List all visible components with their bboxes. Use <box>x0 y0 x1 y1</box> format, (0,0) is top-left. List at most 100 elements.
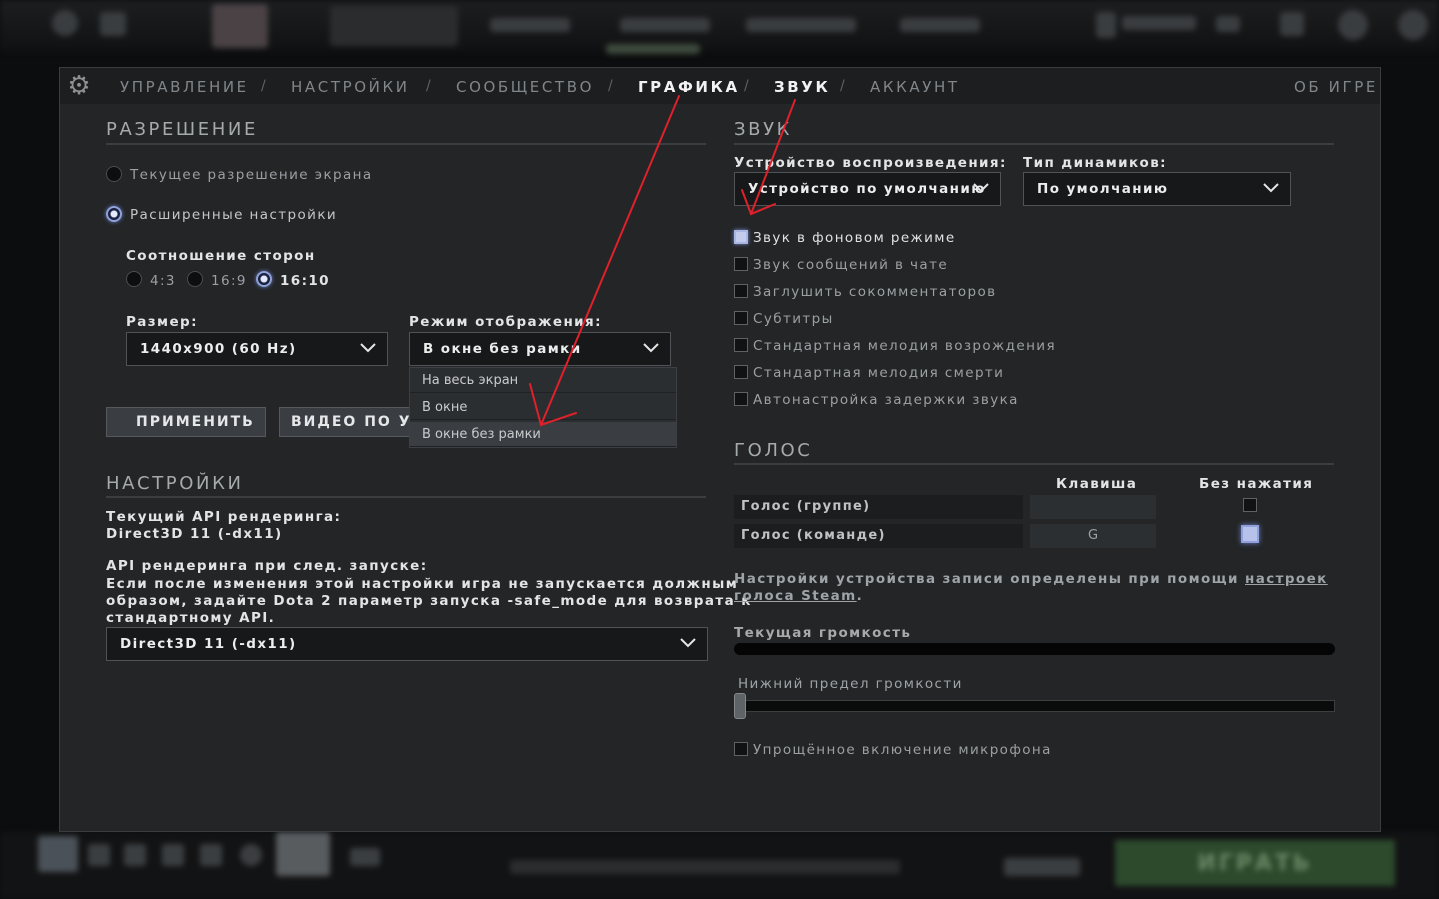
open-mic-column-header: Без нажатия <box>1199 476 1314 492</box>
simple-mic-label: Упрощённое включение микрофона <box>753 742 1052 758</box>
chat-sound-label: Звук сообщений в чате <box>753 257 949 273</box>
checkbox-voice-team-open[interactable] <box>1241 525 1259 543</box>
dropdown-option-borderless[interactable]: В окне без рамки <box>410 422 676 447</box>
radio-aspect-16-10[interactable] <box>256 271 272 287</box>
speaker-type-value: По умолчанию <box>1037 181 1169 197</box>
current-volume-meter <box>734 643 1335 655</box>
radio-aspect-4-3[interactable] <box>126 271 142 287</box>
playback-device-select[interactable]: Устройство по умолчанию <box>734 172 1001 206</box>
nav-separator: / <box>744 78 749 94</box>
nav-separator: / <box>608 78 613 94</box>
dropdown-option-fullscreen[interactable]: На весь экран <box>410 368 676 393</box>
video-default-button-label: ВИДЕО ПО УМОЛЧАНИЮ <box>291 414 418 430</box>
settings-nav: ⚙ УПРАВЛЕНИЕ / НАСТРОЙКИ / СООБЩЕСТВО / … <box>60 68 1380 104</box>
radio-aspect-16-9[interactable] <box>187 271 203 287</box>
key-column-header: Клавиша <box>1056 476 1138 492</box>
tab-graphics[interactable]: ГРАФИКА <box>638 78 740 96</box>
size-label: Размер: <box>126 314 198 330</box>
nav-separator: / <box>426 78 431 94</box>
voice-team-key[interactable]: G <box>1030 524 1156 548</box>
dropdown-option-windowed[interactable]: В окне <box>410 395 676 420</box>
settings-title: НАСТРОЙКИ <box>106 473 244 494</box>
playback-device-label: Устройство воспроизведения: <box>734 155 1007 171</box>
chevron-down-icon <box>643 343 659 353</box>
gear-icon[interactable]: ⚙ <box>66 73 92 99</box>
tab-about[interactable]: ОБ ИГРЕ <box>1294 78 1378 96</box>
speaker-type-label: Тип динамиков: <box>1023 155 1167 171</box>
voice-party-label: Голос (группе) <box>741 499 871 514</box>
radio-advanced-settings-label: Расширенные настройки <box>130 207 338 223</box>
display-mode-select[interactable]: В окне без рамки <box>409 332 671 366</box>
api-note-line: стандартному API. <box>106 610 276 626</box>
voice-settings-link[interactable]: настроек <box>1245 571 1328 587</box>
video-default-button[interactable]: ВИДЕО ПО УМОЛЧАНИЮ <box>279 407 419 437</box>
api-current-value: Direct3D 11 (-dx11) <box>106 526 283 542</box>
api-select[interactable]: Direct3D 11 (-dx11) <box>106 627 708 661</box>
api-note-line: Если после изменения этой настройки игра… <box>106 576 739 592</box>
divider <box>106 496 706 498</box>
background-sound-label: Звук в фоновом режиме <box>753 230 956 246</box>
api-current-label: Текущий API рендеринга: <box>106 509 342 525</box>
resolution-title: РАЗРЕШЕНИЕ <box>106 119 258 140</box>
sound-title: ЗВУК <box>734 119 793 140</box>
size-select[interactable]: 1440x900 (60 Hz) <box>126 332 388 366</box>
tab-sound[interactable]: ЗВУК <box>774 78 830 96</box>
voice-team-key-value: G <box>1087 528 1099 543</box>
display-mode-dropdown: На весь экран В окне В окне без рамки <box>409 367 677 448</box>
steam-voice-link[interactable]: голоса Steam <box>734 588 857 604</box>
chevron-down-icon <box>680 638 696 648</box>
checkbox-auto-latency[interactable] <box>734 392 748 406</box>
checkbox-death-melody[interactable] <box>734 365 748 379</box>
voice-party-row: Голос (группе) <box>734 495 1023 519</box>
apply-button[interactable]: ПРИМЕНИТЬ <box>106 407 266 437</box>
checkbox-chat-sound[interactable] <box>734 257 748 271</box>
death-melody-label: Стандартная мелодия смерти <box>753 365 1005 381</box>
voice-note-line: голоса Steam. <box>734 588 863 604</box>
radio-current-resolution[interactable] <box>106 166 122 182</box>
voice-note-text: Настройки устройства записи определены п… <box>734 571 1239 587</box>
mute-cocasters-label: Заглушить сокомментаторов <box>753 284 997 300</box>
api-select-value: Direct3D 11 (-dx11) <box>120 636 297 652</box>
chevron-down-icon <box>973 183 989 193</box>
dropdown-option-label: На весь экран <box>422 373 519 388</box>
voice-note-line: Настройки устройства записи определены п… <box>734 571 1328 587</box>
voice-note-end: . <box>856 588 864 604</box>
checkbox-background-sound[interactable] <box>734 230 748 244</box>
screen: ИГРАТЬ ⚙ УПРАВЛЕНИЕ / НАСТРОЙКИ / СООБЩЕ… <box>0 0 1439 899</box>
voice-party-key[interactable] <box>1030 495 1156 519</box>
dropdown-option-label: В окне без рамки <box>422 427 541 442</box>
radio-current-resolution-label: Текущее разрешение экрана <box>130 167 373 183</box>
api-next-label: API рендеринга при след. запуске: <box>106 558 428 574</box>
checkbox-subtitles[interactable] <box>734 311 748 325</box>
radio-advanced-settings[interactable] <box>106 206 122 222</box>
divider <box>734 463 1334 465</box>
play-button[interactable]: ИГРАТЬ <box>1115 840 1395 886</box>
tab-account[interactable]: АККАУНТ <box>870 78 960 96</box>
lower-limit-slider-handle[interactable] <box>734 693 746 719</box>
current-volume-label: Текущая громкость <box>734 625 912 641</box>
nav-separator: / <box>261 78 266 94</box>
checkbox-respawn-melody[interactable] <box>734 338 748 352</box>
aspect-ratio-label: Соотношение сторон <box>126 248 316 264</box>
api-note-line: образом, задайте Dota 2 параметр запуска… <box>106 593 752 609</box>
checkbox-mute-cocasters[interactable] <box>734 284 748 298</box>
respawn-melody-label: Стандартная мелодия возрождения <box>753 338 1056 354</box>
speaker-type-select[interactable]: По умолчанию <box>1023 172 1291 206</box>
tab-controls[interactable]: УПРАВЛЕНИЕ <box>120 78 249 96</box>
nav-separator: / <box>840 78 845 94</box>
lower-limit-label: Нижний предел громкости <box>738 676 963 692</box>
tab-settings[interactable]: НАСТРОЙКИ <box>291 78 410 96</box>
checkbox-voice-party-open[interactable] <box>1243 498 1257 512</box>
display-mode-label: Режим отображения: <box>409 314 602 330</box>
subtitles-label: Субтитры <box>753 311 834 327</box>
auto-latency-label: Автонастройка задержки звука <box>753 392 1019 408</box>
dropdown-option-label: В окне <box>422 400 468 415</box>
divider <box>106 143 706 145</box>
tab-community[interactable]: СООБЩЕСТВО <box>456 78 594 96</box>
aspect-16-10-label: 16:10 <box>280 273 330 289</box>
divider <box>734 143 1334 145</box>
playback-device-value: Устройство по умолчанию <box>748 181 986 197</box>
lower-limit-slider[interactable] <box>734 700 1335 712</box>
aspect-16-9-label: 16:9 <box>211 273 247 289</box>
checkbox-simple-mic[interactable] <box>734 742 748 756</box>
